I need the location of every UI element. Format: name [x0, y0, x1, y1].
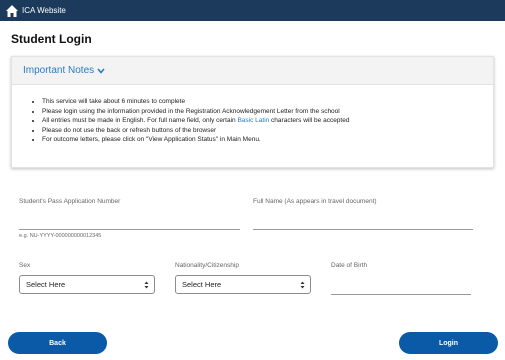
top-bar: ICA Website — [0, 0, 505, 21]
back-button[interactable]: Back — [8, 332, 107, 354]
select-arrows-icon — [300, 281, 305, 289]
full-name-label: Full Name (As appears in travel document… — [253, 198, 377, 205]
basic-latin-link[interactable]: Basic Latin — [237, 117, 269, 124]
note-item: Please do not use the back or refresh bu… — [42, 126, 493, 136]
dob-label: Date of Birth — [331, 262, 368, 269]
sex-select[interactable]: Select Here — [19, 275, 155, 294]
note-item: All entries must be made in English. For… — [42, 116, 493, 126]
chevron-down-icon — [97, 67, 105, 74]
pass-number-hint: e.g. NU-YYYY-000000000012345 — [19, 233, 102, 239]
pass-number-input[interactable] — [19, 229, 240, 230]
nationality-selected-value: Select Here — [182, 280, 222, 289]
important-notes-title: Important Notes — [23, 65, 95, 76]
sex-selected-value: Select Here — [26, 280, 66, 289]
note-text: All entries must be made in English. For… — [42, 117, 238, 124]
note-item: This service will take about 6 minutes t… — [42, 97, 493, 107]
select-arrows-icon — [144, 281, 149, 289]
site-title[interactable]: ICA Website — [22, 6, 66, 15]
notes-list: This service will take about 6 minutes t… — [42, 97, 493, 145]
pass-number-label: Student's Pass Application Number — [19, 198, 121, 205]
important-notes-toggle[interactable]: Important Notes — [12, 57, 493, 85]
important-notes-panel: Important Notes This service will take a… — [11, 56, 494, 168]
nationality-select[interactable]: Select Here — [175, 275, 311, 294]
note-text: characters will be accepted — [269, 117, 350, 124]
nationality-label: Nationality/Citizenship — [175, 262, 239, 269]
login-button[interactable]: Login — [399, 332, 498, 354]
full-name-input[interactable] — [253, 229, 473, 230]
note-item: Please login using the information provi… — [42, 107, 493, 117]
sex-label: Sex — [19, 262, 31, 269]
page-title: Student Login — [11, 32, 92, 46]
dob-input[interactable] — [331, 294, 471, 295]
note-item: For outcome letters, please click on "Vi… — [42, 135, 493, 145]
home-icon[interactable] — [5, 4, 19, 18]
important-notes-body: This service will take about 6 minutes t… — [12, 85, 493, 145]
